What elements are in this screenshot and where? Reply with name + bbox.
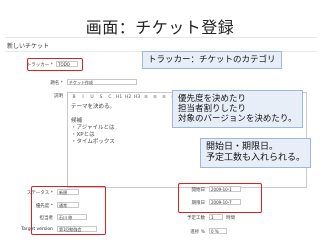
ordered-list-button[interactable]: ≡ <box>152 95 158 100</box>
done-ratio-select[interactable]: 0 % <box>209 228 227 234</box>
italic-button[interactable]: I <box>80 95 86 100</box>
editor-toolbar: B I U S C H1 H2 H3 ≡ ≡ ≡ ≡ <box>71 95 176 100</box>
h3-button[interactable]: H3 <box>134 95 140 100</box>
attributes-callout: 優先度を決めたり 担当者割りしたり 対象のバージョンを決めたり。 <box>172 90 303 128</box>
underline-button[interactable]: U <box>89 95 95 100</box>
bold-button[interactable]: B <box>71 95 77 100</box>
indent-button[interactable]: ≡ <box>161 95 167 100</box>
strike-button[interactable]: S <box>98 95 104 100</box>
dates-callout: 開始日・期限日。 予定工数も入れられる。 <box>200 138 312 168</box>
description-text: テーマを決める。 候補 ・アジャイルとは ・XPとは ・タイムボックス <box>71 104 116 145</box>
h1-button[interactable]: H1 <box>116 95 122 100</box>
page-title: 新しいチケット <box>7 43 50 50</box>
dates-highlight <box>178 183 262 213</box>
estimated-hours-input[interactable]: 1 <box>209 214 223 220</box>
subject-input[interactable]: チケット作成 <box>67 79 137 85</box>
tracker-highlight <box>27 58 83 71</box>
slide-title: 画面：チケット登録 <box>85 18 235 37</box>
list-button[interactable]: ≡ <box>143 95 149 100</box>
code-button[interactable]: C <box>107 95 113 100</box>
tracker-callout: トラッカー：チケットのカテゴリ <box>142 51 282 69</box>
description-label: 説明 <box>54 94 63 99</box>
estimated-hours-unit: 時間 <box>226 216 235 221</box>
done-ratio-label: 進捗 % <box>190 230 205 235</box>
estimated-hours-label: 予定工数 <box>187 216 205 221</box>
h2-button[interactable]: H2 <box>125 95 131 100</box>
subject-label: 題名 * <box>50 81 63 86</box>
attributes-highlight <box>31 186 106 235</box>
